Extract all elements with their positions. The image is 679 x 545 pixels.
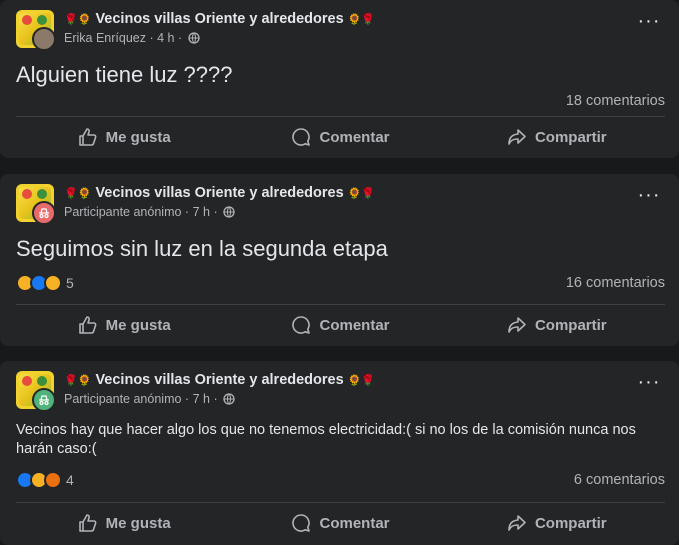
comment-icon (292, 128, 311, 146)
like-button[interactable]: Me gusta (16, 309, 232, 341)
post-meta: Erika Enríquez · 4 h · (64, 31, 200, 45)
like-button[interactable]: Me gusta (16, 121, 232, 153)
action-bar: Me gusta Comentar Compartir (16, 309, 665, 341)
comments-count[interactable]: 6 comentarios (574, 472, 665, 488)
reactions-summary[interactable]: 4 (16, 470, 74, 490)
share-icon (508, 317, 526, 333)
post-header: 🌹🌻 Vecinos villas Oriente y alrededores … (16, 184, 663, 225)
share-icon (508, 129, 526, 145)
post-header: 🌹🌻 Vecinos villas Oriente y alrededores … (16, 10, 663, 51)
post-text: Seguimos sin luz en la segunda etapa (16, 236, 388, 261)
like-button[interactable]: Me gusta (16, 507, 232, 539)
globe-icon (223, 206, 235, 218)
more-options-icon[interactable]: ··· (637, 185, 661, 210)
rose-emoji-icon: 🌹🌻 (64, 188, 92, 200)
action-bar: Me gusta Comentar Compartir (16, 121, 665, 153)
divider (16, 116, 665, 117)
author-name[interactable]: Participante anónimo (64, 205, 181, 219)
comment-button[interactable]: Comentar (232, 507, 448, 539)
thumbs-up-icon (78, 128, 97, 146)
comment-icon (292, 316, 311, 334)
post-time[interactable]: 7 h (193, 392, 210, 406)
post-text: Alguien tiene luz ???? (16, 62, 233, 87)
divider (16, 502, 665, 503)
reactions-count: 4 (66, 472, 74, 488)
post-meta: Participante anónimo · 7 h · (64, 392, 235, 406)
post-text: Vecinos hay que hacer algo los que no te… (16, 422, 636, 457)
anonymous-icon (39, 208, 49, 219)
post-time[interactable]: 7 h (193, 205, 210, 219)
anonymous-icon (39, 395, 49, 406)
group-name-link[interactable]: 🌹🌻 Vecinos villas Oriente y alrededores … (64, 372, 375, 388)
anonymous-avatar[interactable] (32, 388, 56, 412)
rose-emoji-icon: 🌹🌻 (64, 14, 92, 26)
comment-button[interactable]: Comentar (232, 121, 448, 153)
author-name[interactable]: Participante anónimo (64, 392, 181, 406)
rose-emoji-icon: 🌹🌻 (64, 375, 92, 387)
sad-reaction-icon (44, 274, 62, 292)
post-header: 🌹🌻 Vecinos villas Oriente y alrededores … (16, 371, 663, 412)
action-bar: Me gusta Comentar Compartir (16, 507, 665, 539)
anonymous-avatar[interactable] (32, 201, 56, 225)
comments-count[interactable]: 16 comentarios (566, 275, 665, 291)
angry-reaction-icon (44, 471, 62, 489)
divider (16, 304, 665, 305)
share-button[interactable]: Compartir (449, 309, 665, 341)
comment-icon (292, 514, 311, 532)
more-options-icon[interactable]: ··· (637, 372, 661, 397)
share-button[interactable]: Compartir (449, 507, 665, 539)
share-icon (508, 515, 526, 531)
feed: 🌹🌻 Vecinos villas Oriente y alrededores … (0, 0, 679, 545)
thumbs-up-icon (78, 514, 97, 532)
globe-icon (223, 393, 235, 405)
sunflower-emoji-icon: 🌻🌹 (347, 14, 376, 26)
sunflower-emoji-icon: 🌻🌹 (347, 188, 376, 200)
reactions-count: 5 (66, 275, 74, 291)
reactions-summary[interactable]: 5 (16, 273, 74, 293)
sunflower-emoji-icon: 🌻🌹 (347, 375, 376, 387)
user-avatar[interactable] (32, 27, 56, 51)
author-name[interactable]: Erika Enríquez (64, 31, 146, 45)
post-meta: Participante anónimo · 7 h · (64, 205, 235, 219)
post-card: 🌹🌻 Vecinos villas Oriente y alrededores … (0, 0, 679, 158)
post-card: 🌹🌻 Vecinos villas Oriente y alrededores … (0, 361, 679, 545)
thumbs-up-icon (78, 316, 97, 334)
more-options-icon[interactable]: ··· (637, 11, 661, 36)
comment-button[interactable]: Comentar (232, 309, 448, 341)
share-button[interactable]: Compartir (449, 121, 665, 153)
group-name-link[interactable]: 🌹🌻 Vecinos villas Oriente y alrededores … (64, 11, 375, 27)
group-name-link[interactable]: 🌹🌻 Vecinos villas Oriente y alrededores … (64, 185, 375, 201)
comments-count[interactable]: 18 comentarios (566, 93, 665, 109)
post-time[interactable]: 4 h (157, 31, 174, 45)
globe-icon (188, 32, 200, 44)
post-card: 🌹🌻 Vecinos villas Oriente y alrededores … (0, 174, 679, 346)
